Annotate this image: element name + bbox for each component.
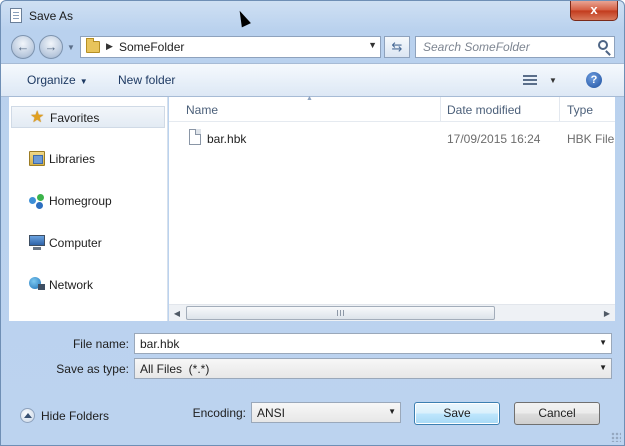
view-options-icon[interactable] — [523, 75, 537, 86]
forward-button[interactable]: → — [39, 35, 63, 59]
sidebar-item-libraries[interactable]: Libraries — [11, 148, 165, 170]
grip-icon — [337, 310, 344, 316]
breadcrumb-arrow-icon[interactable]: ▶ — [106, 41, 113, 52]
file-type-cell: HBK File — [567, 132, 615, 146]
command-toolbar: Organize ▼ New folder ▼ ? — [1, 63, 624, 97]
search-input[interactable] — [416, 37, 594, 57]
file-name-input[interactable] — [135, 334, 593, 353]
scrollbar-thumb[interactable] — [186, 306, 495, 320]
chevron-down-icon: ▼ — [79, 77, 88, 86]
organize-button[interactable]: Organize ▼ — [27, 73, 88, 87]
folder-icon — [86, 38, 100, 53]
sidebar-item-favorites[interactable]: ★ Favorites — [11, 106, 165, 128]
network-icon — [29, 277, 45, 292]
file-name-label: File name: — [72, 337, 129, 351]
column-header-type[interactable]: Type — [567, 103, 593, 117]
address-bar[interactable]: ▶ SomeFolder ▼ — [80, 36, 381, 58]
column-divider[interactable] — [440, 97, 441, 121]
computer-icon — [29, 235, 45, 250]
file-name-cell: bar.hbk — [207, 132, 247, 146]
sidebar-item-label: Favorites — [50, 111, 100, 125]
sidebar-item-label: Homegroup — [49, 194, 112, 208]
resize-grip-icon[interactable] — [611, 432, 621, 442]
new-folder-button[interactable]: New folder — [118, 73, 175, 87]
organize-label: Organize — [27, 73, 76, 87]
sidebar-item-homegroup[interactable]: Homegroup — [11, 190, 165, 212]
cancel-button[interactable]: Cancel — [514, 402, 600, 425]
address-dropdown-icon[interactable]: ▼ — [368, 40, 377, 50]
encoding-select[interactable]: ANSI ▼ — [251, 402, 401, 423]
table-row[interactable]: bar.hbk 17/09/2015 16:24 HBK File — [169, 127, 615, 149]
encoding-value: ANSI — [257, 406, 286, 420]
file-name-combo[interactable]: ▼ — [134, 333, 612, 354]
notepad-icon — [10, 8, 22, 23]
file-icon — [189, 129, 201, 145]
sidebar-item-computer[interactable]: Computer — [11, 232, 165, 254]
save-as-type-value: All Files (*.*) — [140, 362, 210, 376]
close-button[interactable]: x — [570, 1, 618, 21]
hide-folders-label: Hide Folders — [41, 409, 110, 423]
file-list: ▲ Name Date modified Type bar.hbk 17/09/… — [169, 95, 615, 321]
recent-locations-dropdown-icon[interactable]: ▼ — [67, 43, 75, 52]
sort-ascending-icon: ▲ — [306, 95, 313, 102]
view-dropdown-icon[interactable]: ▼ — [549, 76, 557, 85]
address-row: ← → ▼ ▶ SomeFolder ▼ ⇆ — [1, 31, 624, 63]
save-as-dialog: Save As x ← → ▼ ▶ SomeFolder ▼ ⇆ Organiz… — [0, 0, 625, 446]
star-icon: ★ — [30, 109, 45, 126]
save-button[interactable]: Save — [414, 402, 500, 425]
refresh-icon: ⇆ — [391, 39, 403, 54]
libraries-icon — [29, 151, 45, 166]
chevron-up-icon — [20, 408, 35, 423]
title-bar[interactable]: Save As x — [1, 1, 624, 31]
help-icon[interactable]: ? — [586, 72, 602, 88]
column-header-date-modified[interactable]: Date modified — [447, 103, 521, 117]
save-as-type-label: Save as type: — [56, 362, 129, 376]
search-icon[interactable] — [598, 40, 608, 50]
chevron-down-icon[interactable]: ▼ — [599, 363, 607, 372]
column-header-name[interactable]: Name — [186, 103, 218, 117]
scroll-left-arrow-icon[interactable]: ◀ — [169, 306, 185, 321]
sidebar-item-network[interactable]: Network — [11, 274, 165, 296]
save-as-type-select[interactable]: All Files (*.*) ▼ — [134, 358, 612, 379]
refresh-button[interactable]: ⇆ — [384, 36, 410, 58]
horizontal-scrollbar[interactable]: ◀ ▶ — [169, 304, 615, 321]
encoding-label: Encoding: — [192, 406, 246, 420]
date-modified-cell: 17/09/2015 16:24 — [447, 132, 541, 146]
navigation-pane: ★ Favorites Libraries Homegroup Computer… — [9, 97, 168, 321]
homegroup-icon — [29, 193, 45, 208]
chevron-down-icon[interactable]: ▼ — [599, 338, 607, 347]
back-button[interactable]: ← — [11, 35, 35, 59]
column-divider[interactable] — [559, 97, 560, 121]
sidebar-item-label: Libraries — [49, 152, 96, 166]
window-title: Save As — [29, 9, 74, 23]
sidebar-item-label: Network — [49, 278, 94, 292]
scroll-right-arrow-icon[interactable]: ▶ — [599, 306, 615, 321]
chevron-down-icon[interactable]: ▼ — [388, 407, 396, 416]
sidebar-item-label: Computer — [49, 236, 102, 250]
breadcrumb-folder[interactable]: SomeFolder — [119, 40, 184, 54]
column-header-row: ▲ Name Date modified Type — [169, 95, 615, 122]
search-box[interactable] — [415, 36, 615, 58]
